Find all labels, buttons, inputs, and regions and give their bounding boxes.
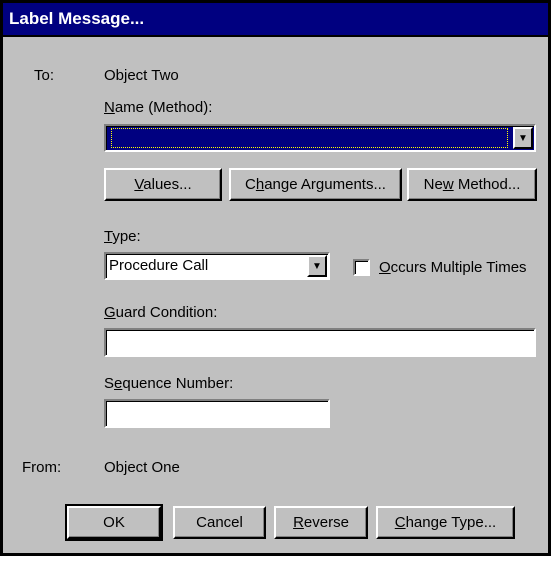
sequence-number-input[interactable] (104, 399, 330, 428)
occurs-multiple-times-checkbox[interactable] (353, 259, 370, 276)
type-combo[interactable]: Procedure Call ▼ (104, 252, 330, 280)
to-value: Object Two (104, 67, 179, 84)
values-button[interactable]: Values... (104, 168, 222, 201)
cancel-button[interactable]: Cancel (173, 506, 266, 539)
reverse-button[interactable]: Reverse (274, 506, 368, 539)
guard-condition-label: Guard Condition: (104, 304, 218, 321)
sequence-number-label: Sequence Number: (104, 375, 234, 392)
guard-condition-input[interactable] (104, 328, 536, 357)
name-method-dropdown-button[interactable]: ▼ (513, 127, 533, 149)
to-label: To: (34, 67, 55, 84)
chevron-down-icon: ▼ (518, 132, 528, 144)
type-value: Procedure Call (109, 257, 209, 274)
from-value: Object One (104, 459, 180, 476)
chevron-down-icon: ▼ (312, 260, 322, 272)
type-label: Type: (104, 228, 141, 245)
change-type-button[interactable]: Change Type... (376, 506, 515, 539)
name-method-value (109, 126, 510, 150)
name-method-combo[interactable]: ▼ (104, 124, 536, 152)
type-dropdown-button[interactable]: ▼ (307, 255, 327, 277)
new-method-button[interactable]: New Method... (407, 168, 537, 201)
occurs-multiple-times-label[interactable]: Occurs Multiple Times (379, 259, 527, 277)
name-method-label: Name (Method): (104, 99, 213, 116)
label-message-dialog: Label Message... To: Object Two Name (Me… (0, 0, 551, 556)
ok-button[interactable]: OK (65, 504, 163, 541)
dialog-title: Label Message... (3, 3, 548, 37)
change-arguments-button[interactable]: Change Arguments... (229, 168, 402, 201)
from-label: From: (22, 459, 62, 476)
